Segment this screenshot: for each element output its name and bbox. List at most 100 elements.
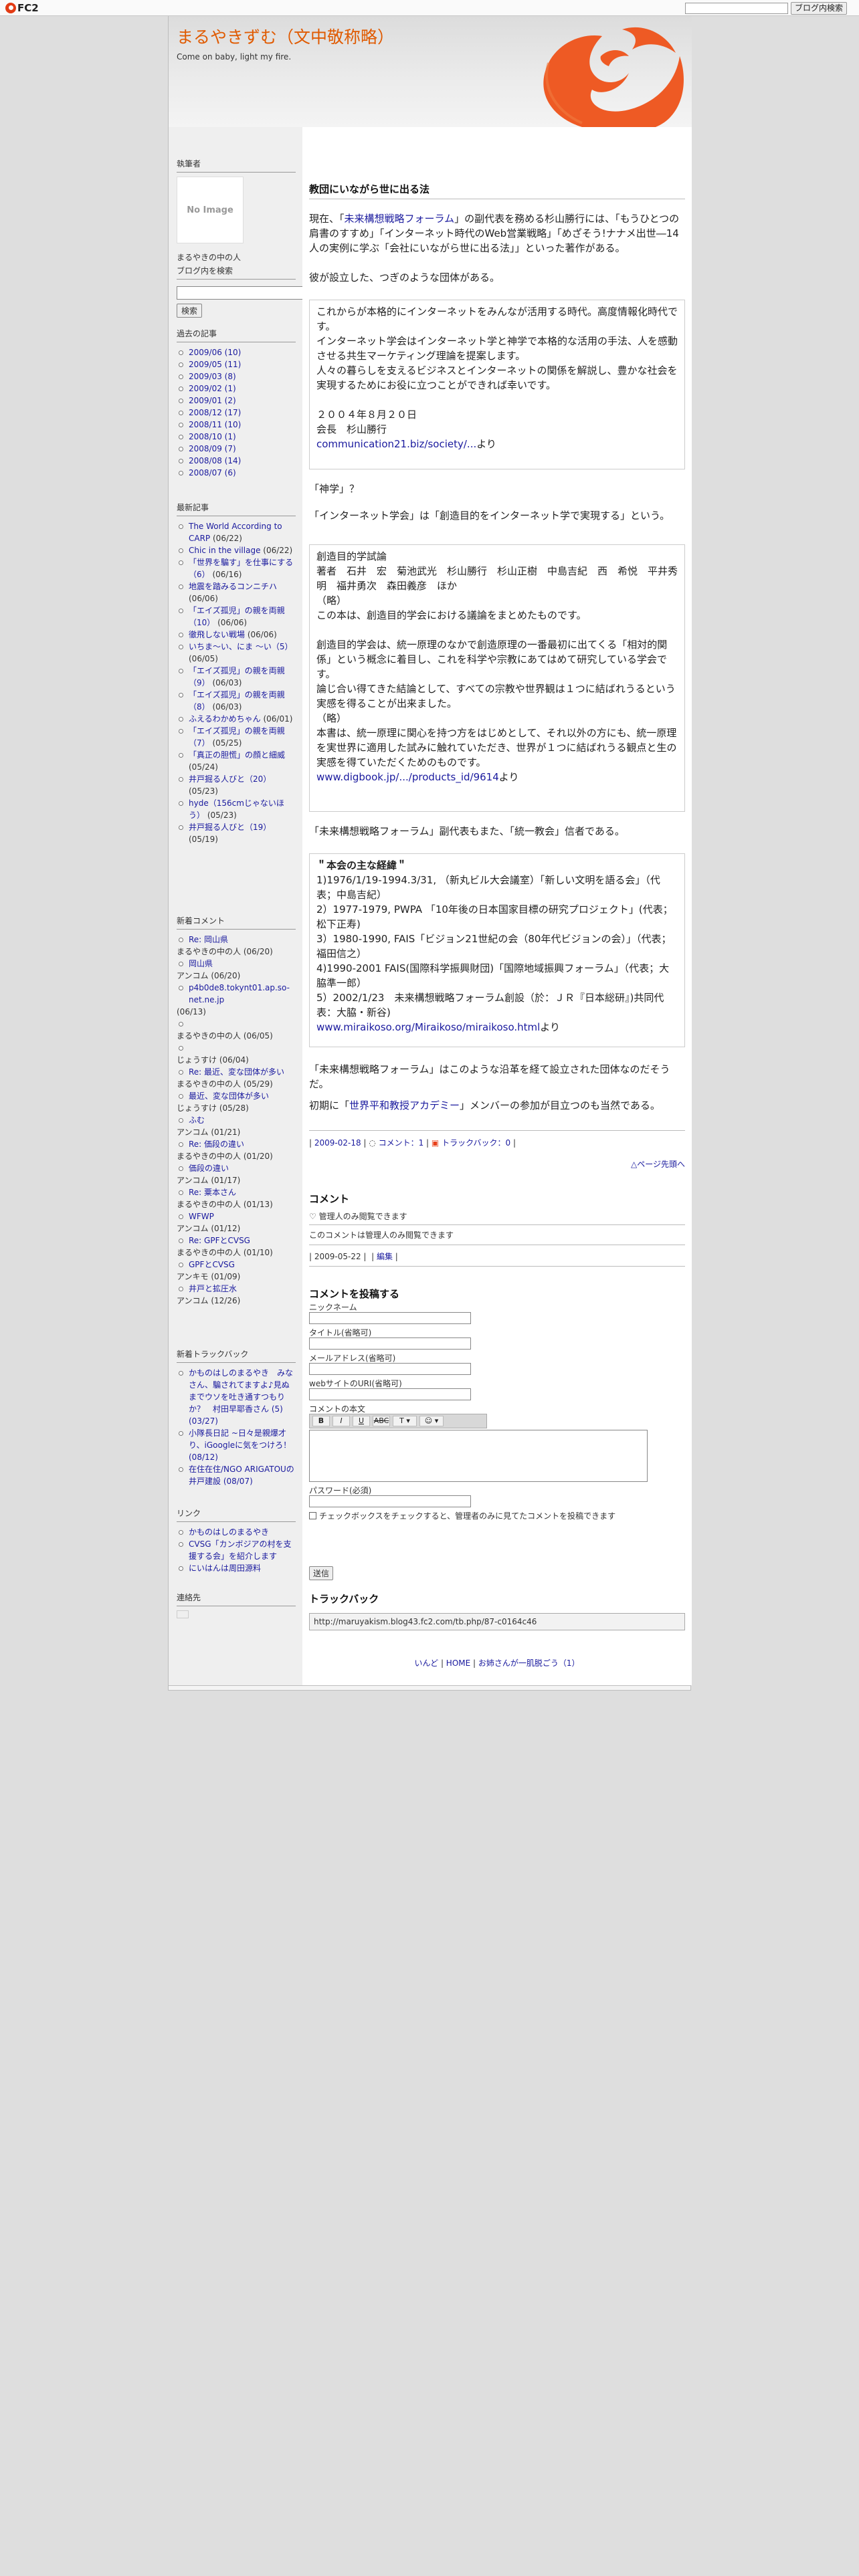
archive-item[interactable]: 2008/12 (17) bbox=[177, 407, 296, 419]
archive-item[interactable]: 2008/08 (14) bbox=[177, 455, 296, 467]
links-heading: リンク bbox=[177, 1507, 296, 1522]
link-digbook[interactable]: www.digbook.jp/.../products_id/9614 bbox=[316, 771, 499, 783]
link-pwpa[interactable]: 世界平和教授アカデミー bbox=[349, 1099, 460, 1111]
recent-comment-item[interactable]: 価段の違い アンコム (01/17) bbox=[177, 1162, 296, 1186]
recent-post-item[interactable]: The World According to CARP (06/22) bbox=[177, 520, 296, 544]
search-heading: ブログ内を検索 bbox=[177, 265, 296, 280]
archive-item[interactable]: 2008/11 (10) bbox=[177, 419, 296, 431]
recent-post-item[interactable]: hyde（156cmじゃないほう） (05/23) bbox=[177, 797, 296, 821]
emoji-button[interactable]: ☺ ▾ bbox=[419, 1416, 444, 1426]
font-color-button[interactable]: T ▾ bbox=[393, 1416, 417, 1426]
bold-button[interactable]: B bbox=[312, 1416, 330, 1426]
archive-item[interactable]: 2009/03 (8) bbox=[177, 370, 296, 383]
blockquote-1-text: これからが本格的にインターネットをみんなが活用する時代。高度情報化時代です。 イ… bbox=[316, 306, 678, 435]
blockquote-3-text: 1)1976/1/19-1994.3/31, （新丸ビル大会議室）「新しい文明を… bbox=[316, 874, 673, 1018]
recent-comment-item[interactable]: GPFとCVSG アンキモ (01/09) bbox=[177, 1259, 296, 1283]
secret-checkbox[interactable] bbox=[309, 1512, 316, 1519]
trackback-item[interactable]: かものはしのまるやき みなさん、騙されてますよ♪見ぬまでウソを吐き通すつもりか？… bbox=[177, 1367, 296, 1427]
post-trackback-link[interactable]: トラックバック：0 bbox=[442, 1138, 510, 1148]
trackback-item[interactable]: 在住在住/NGO ARIGATOUの井戸建設 (08/07) bbox=[177, 1463, 296, 1487]
comment-item-title: ♡ 管理人のみ閲覧できます bbox=[309, 1210, 685, 1225]
recent-post-item[interactable]: 「世界を騙す」を仕事にする（6） (06/16) bbox=[177, 556, 296, 580]
recent-post-item[interactable]: 徹飛しない戦場 (06/06) bbox=[177, 629, 296, 641]
recent-comment-item[interactable]: 井戸と拡圧水 アンコム (12/26) bbox=[177, 1283, 296, 1307]
recent-post-item[interactable]: 「エイズ孤児」の親を両親（7） (05/25) bbox=[177, 725, 296, 749]
secret-checkbox-row: チェックボックスをチェックすると、管理者のみに見てたコメントを投稿できます bbox=[309, 1510, 615, 1521]
archive-item[interactable]: 2009/06 (10) bbox=[177, 346, 296, 358]
mail-field[interactable] bbox=[309, 1363, 471, 1375]
blog-title[interactable]: まるやきずむ（文中敬称略） bbox=[177, 24, 394, 48]
comment-title-icon: ♡ bbox=[309, 1212, 316, 1221]
recent-post-item[interactable]: 地震を踏みるコンニチハ (06/06) bbox=[177, 580, 296, 605]
recent-post-item[interactable]: Chic in the village (06/22) bbox=[177, 544, 296, 556]
post-date-link[interactable]: 2009-02-18 bbox=[314, 1138, 361, 1148]
post-comment-link[interactable]: コメント：1 bbox=[379, 1138, 424, 1148]
recent-comment-item[interactable]: WFWP アンコム (01/12) bbox=[177, 1210, 296, 1235]
comment-body-textarea[interactable] bbox=[309, 1430, 648, 1482]
blockquote-3-heading: ＂本会の主な経緯＂ bbox=[316, 859, 407, 871]
archive-item[interactable]: 2009/05 (11) bbox=[177, 358, 296, 370]
divider bbox=[309, 1130, 685, 1131]
recent-comment-item[interactable]: Re: GPFとCVSG まるやきの中の人 (01/10) bbox=[177, 1235, 296, 1259]
link-item[interactable]: かものはしのまるやき bbox=[177, 1526, 296, 1538]
body-label: コメントの本文 bbox=[309, 1404, 366, 1414]
recent-post-item[interactable]: 「エイズ孤児」の親を両親（8） (06/03) bbox=[177, 689, 296, 713]
contact-section: 連絡先 bbox=[177, 1592, 296, 1618]
recent-comment-item[interactable]: ふむ アンコム (01/21) bbox=[177, 1114, 296, 1138]
url-field[interactable] bbox=[309, 1388, 471, 1400]
recent-post-item[interactable]: 「エイズ孤児」の親を両親（10） (06/06) bbox=[177, 605, 296, 629]
recent-comment-item[interactable]: じょうすけ (06/04) bbox=[177, 1042, 296, 1066]
strike-button[interactable]: ABC bbox=[373, 1416, 390, 1426]
link-miraikoso[interactable]: 未来構想戦略フォーラム bbox=[345, 213, 455, 225]
trackback-item[interactable]: 小隊長日記 ~日々是親爆才り、iGoogleに気をつけろ！ (08/12) bbox=[177, 1427, 296, 1463]
recent-comment-item[interactable]: Re: 価段の違い まるやきの中の人 (01/20) bbox=[177, 1138, 296, 1162]
archive-item[interactable]: 2009/02 (1) bbox=[177, 383, 296, 395]
page-top-link[interactable]: △ページ先頭へ bbox=[631, 1160, 685, 1169]
url-label: webサイトのURI(省略可) bbox=[309, 1379, 402, 1388]
link-miraikoso-site[interactable]: www.miraikoso.org/Miraikoso/miraikoso.ht… bbox=[316, 1021, 540, 1033]
underline-button[interactable]: U bbox=[353, 1416, 370, 1426]
archive-item[interactable]: 2008/09 (7) bbox=[177, 443, 296, 455]
recent-post-item[interactable]: ふえるわかめちゃん (06/01) bbox=[177, 713, 296, 725]
archive-item[interactable]: 2009/01 (2) bbox=[177, 395, 296, 407]
blog-search-input[interactable] bbox=[685, 3, 788, 14]
name-field[interactable] bbox=[309, 1312, 471, 1324]
recent-comment-item[interactable]: まるやきの中の人 (06/05) bbox=[177, 1018, 296, 1042]
submit-button[interactable]: 送信 bbox=[309, 1566, 334, 1580]
comment-edit-link[interactable]: 編集 bbox=[377, 1252, 393, 1261]
archive-item[interactable]: 2008/10 (1) bbox=[177, 431, 296, 443]
recent-post-item[interactable]: 井戸掘る人びと（20） (05/23) bbox=[177, 773, 296, 797]
recent-comment-item[interactable]: p4b0de8.tokynt01.ap.so-net.ne.jp (06/13) bbox=[177, 982, 296, 1018]
pager: いんど | HOME | お姉さんが一肌脱ごう（1） bbox=[414, 1658, 580, 1668]
recent-comment-item[interactable]: Re: 最近、変な団体が多い まるやきの中の人 (05/29) bbox=[177, 1066, 296, 1090]
link-item[interactable]: にいはんは周田源料 bbox=[177, 1562, 296, 1574]
recent-comment-item[interactable]: 最近、変な団体が多い じょうすけ (05/28) bbox=[177, 1090, 296, 1114]
title-field[interactable] bbox=[309, 1337, 471, 1350]
page-wrapper: まるやきずむ（文中敬称略） Come on baby, light my fir… bbox=[168, 16, 692, 1685]
recent-comment-item[interactable]: Re: 岡山県 まるやきの中の人 (06/20) bbox=[177, 934, 296, 958]
recent-post-item[interactable]: 「真正の胆慌」の顔と細威 (05/24) bbox=[177, 749, 296, 773]
secret-label: チェックボックスをチェックすると、管理者のみに見てたコメントを投稿できます bbox=[319, 1511, 616, 1521]
recent-post-item[interactable]: いちま〜い、にま 〜い（5） (06/05) bbox=[177, 641, 296, 665]
sidebar-search-button[interactable]: 検索 bbox=[177, 304, 203, 318]
recent-comment-item[interactable]: 岡山県 アンコム (06/20) bbox=[177, 958, 296, 982]
blog-search-button[interactable]: ブログ内検索 bbox=[791, 2, 847, 15]
trackback-url[interactable]: http://maruyakism.blog43.fc2.com/tb.php/… bbox=[309, 1613, 685, 1630]
name-label: ニックネーム bbox=[309, 1303, 357, 1312]
password-field[interactable] bbox=[309, 1495, 471, 1507]
archive-item[interactable]: 2008/07 (6) bbox=[177, 467, 296, 479]
recent-comment-item[interactable]: Re: 粟本さん まるやきの中の人 (01/13) bbox=[177, 1186, 296, 1210]
recent-post-item[interactable]: 「エイズ孤児」の親を両親（9） (06/03) bbox=[177, 665, 296, 689]
footer bbox=[168, 1685, 691, 1691]
next-link[interactable]: お姉さんが一肌脱ごう（1） bbox=[478, 1658, 580, 1668]
link-item[interactable]: CVSG「カンボジアの村を支援する会」を紹介します bbox=[177, 1538, 296, 1562]
italic-button[interactable]: I bbox=[332, 1416, 350, 1426]
sidebar-search-input[interactable] bbox=[177, 286, 314, 300]
recent-posts-section: 最新記事 The World According to CARP (06/22)… bbox=[177, 502, 296, 845]
prev-link[interactable]: いんど bbox=[414, 1658, 438, 1668]
mail-icon[interactable] bbox=[177, 1610, 189, 1618]
fc2-logo[interactable]: FC2 bbox=[5, 2, 39, 14]
recent-post-item[interactable]: 井戸掘る人びと（19） (05/19) bbox=[177, 821, 296, 845]
home-link[interactable]: HOME bbox=[446, 1658, 470, 1668]
link-communication21[interactable]: communication21.biz/society/... bbox=[316, 438, 476, 450]
